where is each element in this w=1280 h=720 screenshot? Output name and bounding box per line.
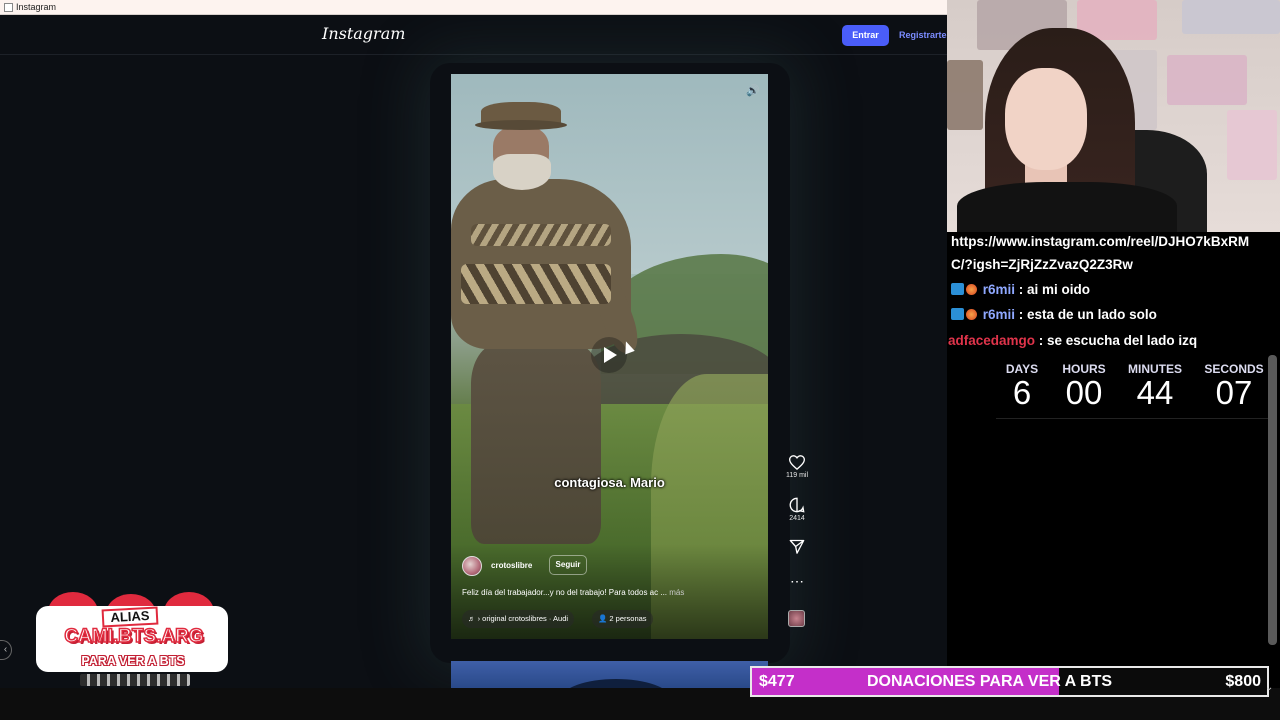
donation-goal-bar: $477 DONACIONES PARA VER A BTS $800 xyxy=(750,666,1269,697)
countdown-divider xyxy=(996,418,1268,419)
window-titlebar: Instagram xyxy=(0,0,947,15)
window-icon xyxy=(4,3,13,12)
countdown-days: DAYS 6 xyxy=(1005,362,1039,411)
donation-goal: $800 xyxy=(1225,673,1261,690)
login-button[interactable]: Entrar xyxy=(842,25,889,46)
alias-figures xyxy=(80,674,190,686)
chat-message: r6mii : esta de un lado solo xyxy=(951,307,1157,322)
author-username[interactable]: crotoslibre xyxy=(491,561,532,570)
chat-message: https://www.instagram.com/reel/DJHO7kBxR… xyxy=(951,234,1250,249)
countdown-seconds: SECONDS 07 xyxy=(1204,362,1264,411)
subscriber-badge-icon xyxy=(951,308,964,320)
streamer-webcam xyxy=(947,0,1280,232)
share-action[interactable] xyxy=(783,539,811,554)
chat-username[interactable]: r6mii xyxy=(983,282,1015,297)
chat-scrollbar[interactable] xyxy=(1268,355,1277,645)
follow-button[interactable]: Seguir xyxy=(549,555,587,575)
screen: Instagram Instagram Entrar Registrarte 🔊… xyxy=(0,0,1280,720)
tagged-people-pill[interactable]: 👤 2 personas xyxy=(592,610,653,628)
caption-more-link[interactable]: más xyxy=(669,588,684,597)
stream-chat: https://www.instagram.com/reel/DJHO7kBxR… xyxy=(947,232,1280,352)
chat-message: adfacedamgo : se escucha del lado izq xyxy=(948,333,1198,348)
heart-icon xyxy=(789,455,805,470)
like-action[interactable]: 119 mil xyxy=(783,455,811,479)
caret-down-icon: ⌄ xyxy=(1265,682,1274,693)
reel-caption: Feliz día del trabajador...y no del trab… xyxy=(462,588,762,597)
mute-icon[interactable]: 🔊 xyxy=(745,84,761,98)
alias-subtitle: PARA VER A BTS xyxy=(81,654,185,668)
instagram-header: Instagram Entrar Registrarte xyxy=(0,15,947,55)
send-icon xyxy=(789,539,805,554)
comment-icon xyxy=(789,497,805,513)
like-count: 119 mil xyxy=(785,472,809,479)
next-reel-preview[interactable] xyxy=(451,661,768,688)
audio-pill[interactable]: ♬ › original crotoslibres · Audi xyxy=(462,610,575,628)
play-icon xyxy=(604,347,617,363)
donation-label: DONACIONES PARA VER A BTS xyxy=(867,673,1113,690)
browser-content: Instagram Entrar Registrarte 🔊 contagios… xyxy=(0,15,947,688)
video-subtitle: contagiosa. Mario xyxy=(554,475,665,490)
bits-badge-icon xyxy=(966,309,977,320)
countdown-timer: DAYS 6 HOURS 00 MINUTES 44 SECONDS 07 xyxy=(998,362,1266,418)
alias-label: ALIAS xyxy=(101,606,159,628)
caption-text: Feliz día del trabajador...y no del trab… xyxy=(462,588,668,597)
register-link[interactable]: Registrarte xyxy=(899,25,947,46)
chat-username[interactable]: r6mii xyxy=(983,307,1015,322)
countdown-minutes: MINUTES 44 xyxy=(1128,362,1182,411)
audio-thumbnail[interactable] xyxy=(788,610,805,627)
chat-username[interactable]: adfacedamgo xyxy=(948,333,1035,348)
comment-action[interactable]: 2414 xyxy=(783,497,811,522)
countdown-hours: HOURS 00 xyxy=(1062,362,1106,411)
instagram-logo[interactable]: Instagram xyxy=(322,24,405,43)
subscriber-badge-icon xyxy=(951,283,964,295)
donation-current: $477 xyxy=(759,673,795,690)
chat-message: C/?igsh=ZjRjZzZvazQ2Z3Rw xyxy=(951,257,1133,272)
chat-message: r6mii : ai mi oido xyxy=(951,282,1090,297)
more-options-icon[interactable]: ⋯ xyxy=(783,574,811,588)
window-title: Instagram xyxy=(16,2,57,12)
bits-badge-icon xyxy=(966,284,977,295)
reel-video[interactable]: 🔊 contagiosa. Mario crotoslibre Seguir F… xyxy=(451,74,768,639)
alias-badge: ALIAS CAMI.BTS.ARG PARA VER A BTS xyxy=(32,592,230,692)
alias-name: CAMI.BTS.ARG xyxy=(64,625,205,648)
comment-count: 2414 xyxy=(789,515,805,522)
author-avatar[interactable] xyxy=(462,556,482,576)
